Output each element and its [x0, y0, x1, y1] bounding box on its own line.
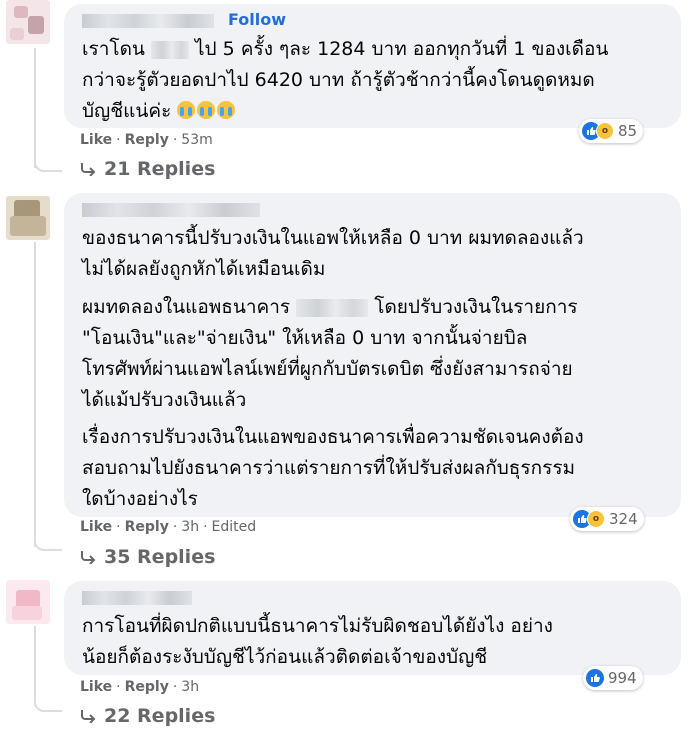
- comment-line: ผมทดลองในแอพธนาคาร โดยปรับวงเงินในรายการ: [82, 296, 578, 318]
- reply-arrow-icon: [81, 163, 96, 176]
- comment-paragraph: เรื่องการปรับวงเงินในแอพของธนาคารเพื่อคว…: [82, 422, 584, 515]
- reaction-summary[interactable]: o 85: [579, 119, 644, 143]
- separator-dot: ·: [116, 679, 121, 695]
- separator-dot: ·: [116, 519, 121, 535]
- reaction-summary[interactable]: 994: [583, 666, 643, 690]
- reply-link[interactable]: Reply: [125, 132, 169, 148]
- follow-link[interactable]: Follow: [228, 10, 286, 29]
- separator-dot: ·: [172, 132, 178, 148]
- comment-paragraph: ของธนาคารนี้ปรับวงเงินในแอพให้เหลือ 0 บา…: [82, 223, 584, 285]
- thread-line: [34, 48, 36, 168]
- wow-reaction-icon: o: [596, 122, 614, 140]
- comment-line: โทรศัพท์ผ่านแอพไลน์เพย์ที่ผูกกับบัตรเดบิ…: [82, 358, 573, 380]
- like-link[interactable]: Like: [80, 519, 112, 535]
- comment-line: ใดบ้างอย่างไร: [82, 488, 198, 510]
- crying-face-emoji: [197, 101, 216, 119]
- view-replies-link[interactable]: 22 Replies: [80, 705, 215, 727]
- avatar[interactable]: [6, 580, 50, 624]
- reply-arrow-icon: [81, 551, 96, 564]
- like-link[interactable]: Like: [80, 132, 112, 148]
- avatar[interactable]: [6, 0, 50, 44]
- comment-actions: Like · Reply · 3h: [80, 679, 199, 695]
- reaction-summary[interactable]: o 324: [570, 507, 644, 531]
- comment-paragraph: ผมทดลองในแอพธนาคาร โดยปรับวงเงินในรายการ…: [82, 292, 578, 416]
- thread-elbow: [34, 696, 62, 712]
- reply-link[interactable]: Reply: [125, 519, 169, 535]
- timestamp[interactable]: 53m: [181, 132, 212, 148]
- crying-face-emoji: [177, 101, 196, 119]
- comment-line: การโอนที่ผิดปกติแบบนี้ธนาคารไม่รับผิดชอบ…: [82, 615, 553, 637]
- thread-line: [34, 626, 36, 706]
- reply-link[interactable]: Reply: [125, 679, 169, 695]
- replies-count-label: 22 Replies: [104, 705, 216, 727]
- replies-count-label: 35 Replies: [104, 546, 216, 568]
- comment-line: เราโดน ไป 5 ครั้ง ๆละ 1284 บาท ออกทุกวัน…: [82, 38, 609, 60]
- avatar[interactable]: [6, 196, 50, 240]
- comment-line: เรื่องการปรับวงเงินในแอพของธนาคารเพื่อคว…: [82, 426, 584, 448]
- reply-arrow-icon: [81, 710, 96, 723]
- comment-bubble: การโอนที่ผิดปกติแบบนี้ธนาคารไม่รับผิดชอบ…: [64, 581, 681, 675]
- thread-elbow: [34, 156, 62, 172]
- redacted-name: [150, 40, 189, 59]
- comment-line: บัญชีแน่ค่ะ: [82, 96, 608, 127]
- comment-line: กว่าจะรู้ตัวยอดปาไป 6420 บาท ถ้ารู้ตัวช้…: [82, 69, 595, 91]
- timestamp[interactable]: 3h: [181, 679, 199, 695]
- comment-line: สอบถามไปยังธนาคารว่าแต่รายการที่ให้ปรับส…: [82, 457, 576, 479]
- separator-dot: ·: [203, 519, 208, 535]
- comment-actions: Like · Reply · 3h · Edited: [80, 519, 256, 535]
- comment-line: ไม่ได้ผลยังถูกหักได้เหมือนเดิม: [82, 258, 326, 280]
- like-reaction-icon: [586, 669, 604, 687]
- thread-line: [34, 242, 36, 547]
- replies-count-label: 21 Replies: [104, 158, 216, 180]
- comment-line: น้อยก็ต้องระงับบัญชีไว้ก่อนแล้วติดต่อเจ้…: [82, 646, 488, 668]
- reaction-count: 994: [608, 669, 637, 687]
- view-replies-link[interactable]: 35 Replies: [80, 546, 215, 568]
- edited-label[interactable]: Edited: [212, 519, 257, 535]
- separator-dot: ·: [172, 679, 178, 695]
- comment-bubble: Follow เราโดน ไป 5 ครั้ง ๆละ 1284 บาท ออ…: [64, 4, 681, 128]
- separator-dot: ·: [116, 132, 121, 148]
- comment-actions: Like · Reply · 53m: [80, 132, 213, 148]
- commenter-name-blurred: [82, 203, 260, 217]
- reaction-count: 324: [609, 510, 638, 528]
- comment-line: "โอนเงิน"และ"จ่ายเงิน" ให้เหลือ 0 บาท จา…: [82, 327, 528, 349]
- thread-elbow: [34, 535, 62, 551]
- redacted-bank-name: [296, 298, 369, 317]
- separator-dot: ·: [172, 519, 178, 535]
- comment-text: เราโดน ไป 5 ครั้ง ๆละ 1284 บาท ออกทุกวัน…: [82, 34, 608, 127]
- view-replies-link[interactable]: 21 Replies: [80, 158, 215, 180]
- reaction-count: 85: [618, 122, 638, 140]
- timestamp[interactable]: 3h: [181, 519, 199, 535]
- comment-text: การโอนที่ผิดปกติแบบนี้ธนาคารไม่รับผิดชอบ…: [82, 611, 553, 673]
- commenter-name-blurred: [82, 14, 214, 28]
- comment-bubble: ของธนาคารนี้ปรับวงเงินในแอพให้เหลือ 0 บา…: [64, 193, 681, 517]
- comment-line: ของธนาคารนี้ปรับวงเงินในแอพให้เหลือ 0 บา…: [82, 227, 584, 249]
- commenter-name-blurred: [82, 591, 192, 605]
- comment-line: ได้แม้ปรับวงเงินแล้ว: [82, 389, 247, 411]
- crying-face-emoji: [217, 101, 236, 119]
- wow-reaction-icon: o: [587, 510, 605, 528]
- like-link[interactable]: Like: [80, 679, 112, 695]
